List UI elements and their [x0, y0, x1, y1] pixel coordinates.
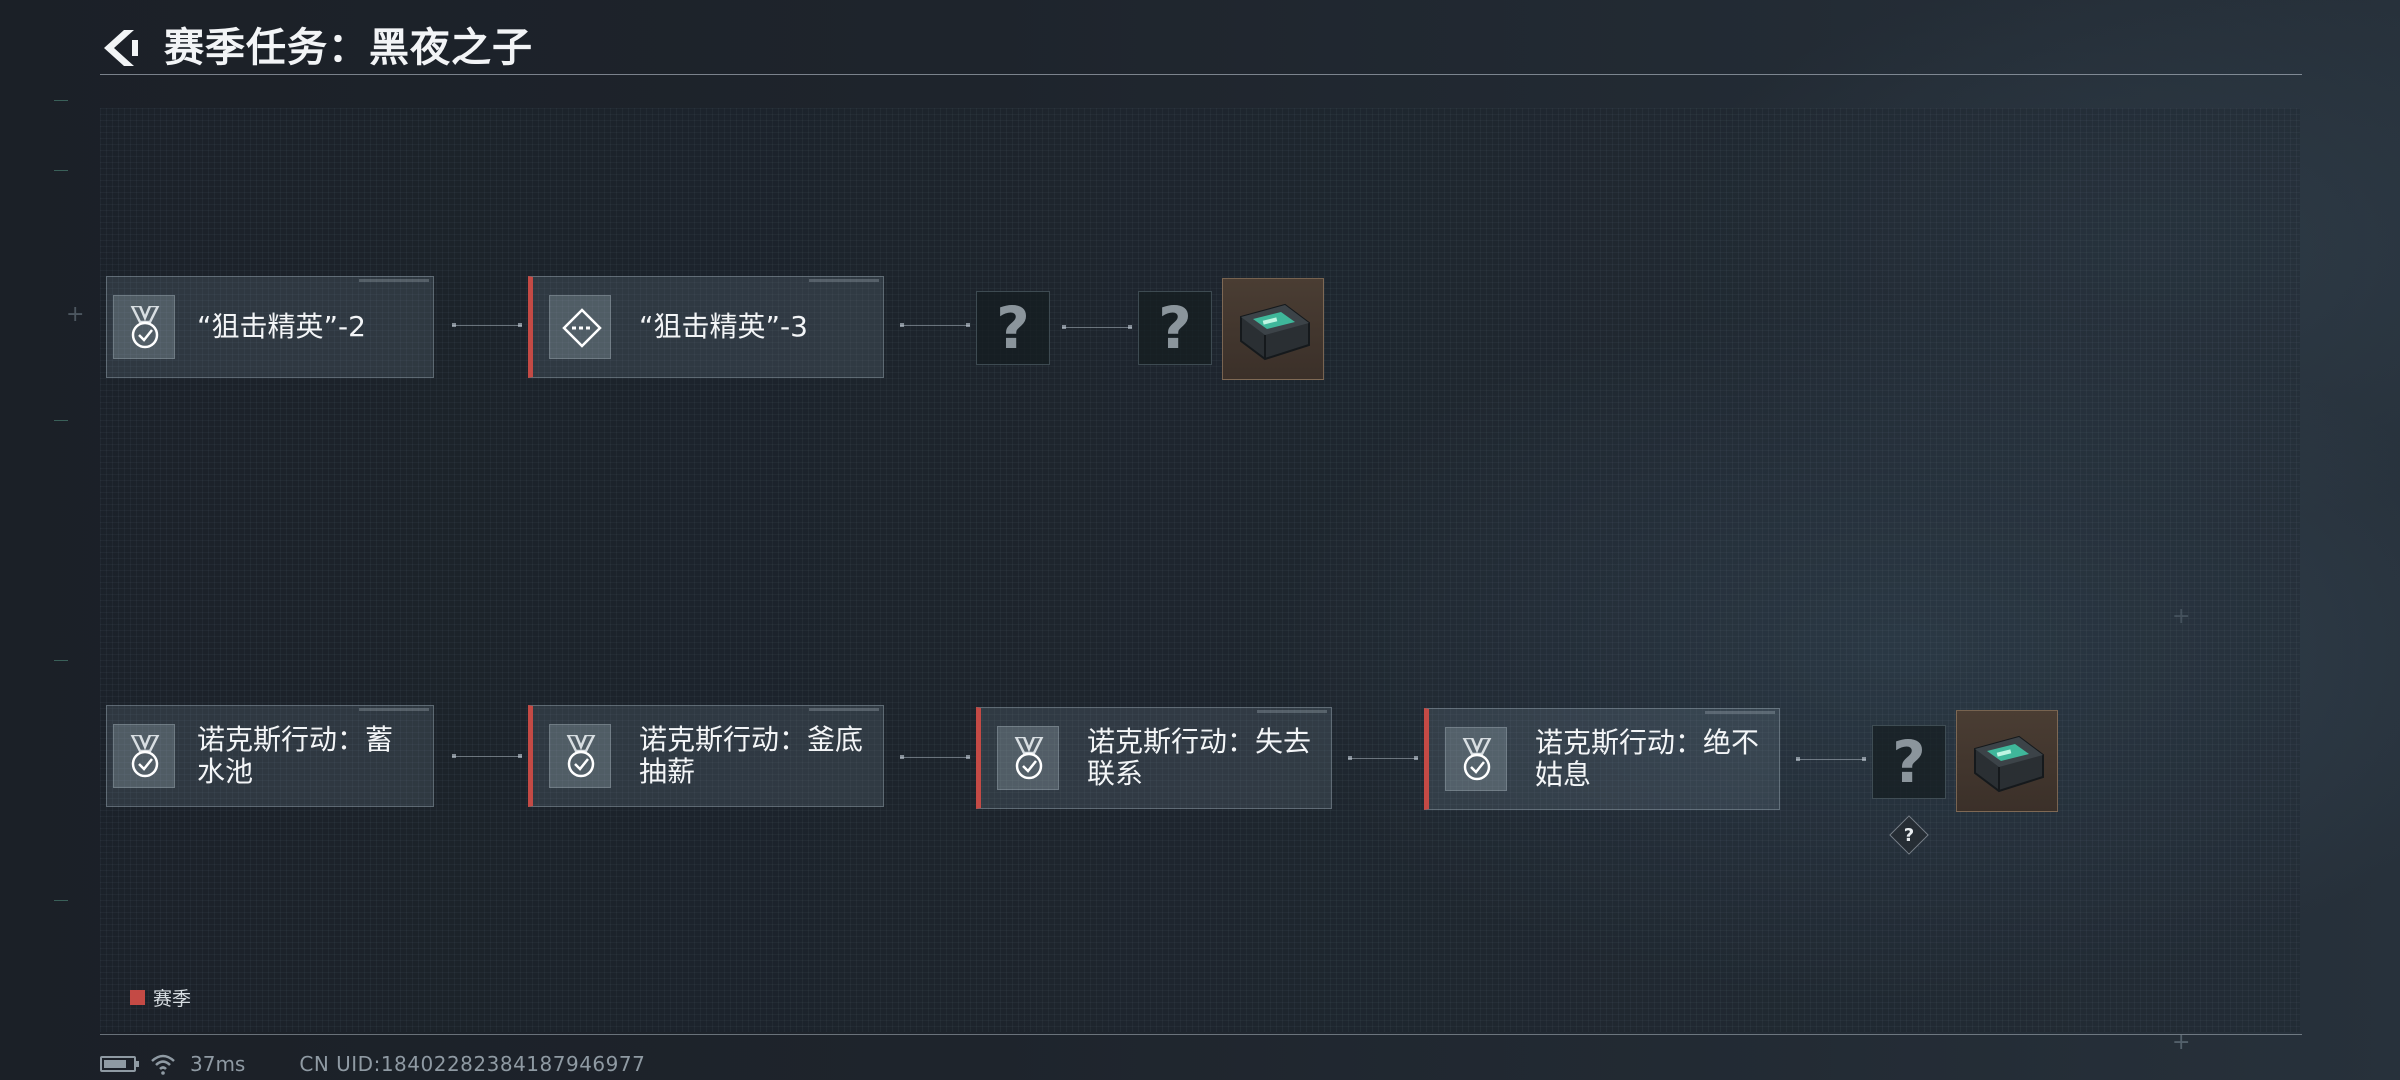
chain-connector: [1062, 325, 1132, 329]
header-divider: [100, 74, 2302, 75]
task-node-nox-no-mercy[interactable]: 诺克斯行动：绝不姑息: [1424, 708, 1780, 810]
ping-readout: 37ms: [190, 1052, 246, 1076]
edge-mark: [54, 170, 68, 171]
back-arrow-icon: [104, 30, 138, 66]
task-icon-frame: [113, 724, 175, 788]
crosshair-mark: +: [66, 302, 85, 327]
medal-check-icon: [1462, 738, 1492, 781]
case-reward-icon: [1974, 735, 2044, 793]
task-label: “狙击精英”-2: [197, 310, 366, 343]
chain-connector: [900, 323, 970, 327]
task-icon-frame: [113, 295, 175, 359]
legend-label: 赛季: [153, 988, 192, 1010]
chain-connector: [452, 323, 522, 327]
task-node-nox-lost-contact[interactable]: 诺克斯行动：失去联系: [976, 707, 1332, 809]
diamond-target-icon: [562, 308, 602, 348]
legend: 赛季: [130, 984, 191, 1011]
page-title: 赛季任务：黑夜之子: [164, 25, 533, 71]
task-label: 诺克斯行动：绝不姑息: [1535, 726, 1760, 791]
medal-check-icon: [130, 735, 160, 778]
medal-check-icon: [1014, 737, 1044, 780]
back-button[interactable]: [96, 26, 140, 70]
medal-check-icon: [130, 306, 160, 349]
question-mark-icon: ?: [1892, 728, 1926, 796]
task-tree-panel: [100, 108, 2300, 1032]
footer-divider: [100, 1034, 2302, 1035]
reward-item[interactable]: [1222, 278, 1324, 380]
task-label: 诺克斯行动：蓄水池: [197, 723, 394, 788]
medal-check-icon: [566, 735, 596, 778]
unknown-task-node[interactable]: ?: [1138, 291, 1212, 365]
question-mark-icon: ?: [1158, 294, 1192, 362]
edge-mark: [54, 420, 68, 421]
chain-connector: [900, 755, 970, 759]
task-icon-frame: [549, 724, 611, 788]
unknown-task-node[interactable]: ?: [976, 291, 1050, 365]
edge-mark: [54, 660, 68, 661]
task-node-sniper-elite-2[interactable]: “狙击精英”-2: [106, 276, 434, 378]
unknown-task-node[interactable]: ?: [1872, 725, 1946, 799]
chain-connector: [1348, 756, 1418, 760]
reward-item[interactable]: [1956, 710, 2058, 812]
edge-mark: [54, 100, 68, 101]
question-mark-icon: ?: [996, 294, 1030, 362]
status-bar: 37ms CN UID:18402282384187946977: [100, 1052, 645, 1076]
task-node-nox-reservoir[interactable]: 诺克斯行动：蓄水池: [106, 705, 434, 807]
task-icon-frame: [1445, 727, 1507, 791]
task-icon-frame: [997, 726, 1059, 790]
chain-connector: [452, 754, 522, 758]
case-reward-icon: [1240, 303, 1310, 361]
edge-mark: [54, 900, 68, 901]
task-label: 诺克斯行动：失去联系: [1087, 725, 1312, 790]
task-node-sniper-elite-3[interactable]: “狙击精英”-3: [528, 276, 884, 378]
task-node-nox-drastic-measure[interactable]: 诺克斯行动：釜底抽薪: [528, 705, 884, 807]
header: 赛季任务：黑夜之子: [96, 22, 2302, 76]
task-icon-frame: [549, 295, 611, 359]
task-label: “狙击精英”-3: [639, 310, 808, 343]
question-mark-icon: ?: [1903, 824, 1915, 846]
season-color-swatch: [130, 990, 145, 1005]
task-label: 诺克斯行动：釜底抽薪: [639, 723, 864, 788]
player-uid: CN UID:18402282384187946977: [299, 1052, 646, 1076]
wifi-icon: [151, 1054, 175, 1075]
chain-connector: [1796, 757, 1866, 761]
battery-icon: [100, 1056, 139, 1072]
